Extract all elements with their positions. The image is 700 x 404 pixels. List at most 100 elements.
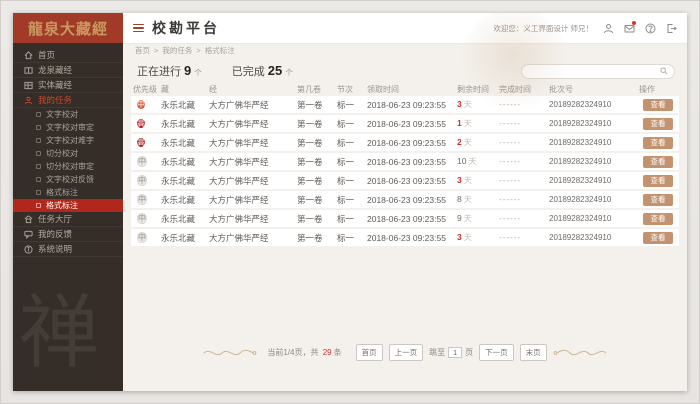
logout-icon[interactable]: [665, 22, 677, 34]
stats-row: 正在进行9个 已完成25个: [123, 58, 687, 82]
breadcrumb-format-annotation: 格式标注: [205, 45, 235, 56]
table-row: 中 永乐北藏 大方广佛华严经 第一卷 标一 2018-06-23 09:23:5…: [131, 172, 679, 189]
topbar-right: 欢迎您：义工界面设计 师兄！: [493, 22, 677, 34]
cell-section: 标一: [337, 118, 367, 130]
sidebar-item-longquan-canon[interactable]: 龙泉藏经: [13, 63, 123, 78]
prev-page-button[interactable]: 上一页: [389, 344, 424, 361]
submenu-bullet-icon: [36, 112, 41, 117]
cell-canon: 永乐北藏: [161, 213, 209, 225]
view-button[interactable]: 查看: [643, 156, 673, 168]
cell-remaining-time: 8天: [457, 194, 499, 205]
breadcrumb-home[interactable]: 首页: [135, 45, 150, 56]
table-row: 高 永乐北藏 大方广佛华严经 第一卷 标一 2018-06-23 09:23:5…: [131, 115, 679, 132]
table-row: 高 永乐北藏 大方广佛华严经 第一卷 标一 2018-06-23 09:23:5…: [131, 134, 679, 151]
stat-completed: 已完成25个: [232, 63, 293, 79]
column-header: 节次: [337, 84, 367, 95]
next-page-button[interactable]: 下一页: [479, 344, 514, 361]
cell-received-time: 2018-06-23 09:23:55: [367, 214, 457, 224]
cell-sutra: 大方广佛华严经: [209, 99, 297, 111]
cell-section: 标一: [337, 137, 367, 149]
submenu-item-text-proofread[interactable]: 文字校对: [13, 108, 123, 121]
breadcrumb-my-tasks[interactable]: 我的任务: [162, 45, 192, 56]
mail-icon[interactable]: [623, 22, 635, 34]
cell-sutra: 大方广佛华严经: [209, 213, 297, 225]
table-row: 中 永乐北藏 大方广佛华严经 第一卷 标一 2018-06-23 09:23:5…: [131, 96, 679, 113]
view-button[interactable]: 查看: [643, 194, 673, 206]
submenu-bullet-icon: [36, 190, 41, 195]
search-input[interactable]: [528, 66, 660, 77]
column-header: 优先级: [133, 84, 161, 95]
cell-received-time: 2018-06-23 09:23:55: [367, 176, 457, 186]
page-number-input[interactable]: [448, 347, 462, 358]
cell-sutra: 大方广佛华严经: [209, 137, 297, 149]
submenu-item-text-proofread-review[interactable]: 文字校对审定: [13, 121, 123, 134]
user-icon[interactable]: [602, 22, 614, 34]
pagination: 当前1/4页，共 29条 首页 上一页 跳至 页 下一页 末页: [123, 344, 687, 361]
cell-batch-number: 20189282324910: [549, 233, 639, 242]
submenu-item-format-annotation[interactable]: 格式标注: [13, 186, 123, 199]
sidebar-menu: 首页 龙泉藏经 实体藏经 我的任务 文字校对 文字校对审定 文字校对难字 切分校…: [13, 48, 123, 257]
page-title: 校勘平台: [152, 18, 220, 38]
cell-canon: 永乐北藏: [161, 118, 209, 130]
cell-completed-time: ------: [499, 195, 549, 204]
sidebar-item-task-hall[interactable]: 任务大厅: [13, 212, 123, 227]
cell-sutra: 大方广佛华严经: [209, 232, 297, 244]
total-count: 29: [323, 348, 332, 357]
submenu-item-segment-proofread[interactable]: 切分校对: [13, 147, 123, 160]
scripture-icon: [24, 66, 33, 75]
app-logo: 龍泉大藏經: [13, 13, 123, 43]
column-header: 第几卷: [297, 84, 337, 95]
sidebar-item-physical-canon[interactable]: 实体藏经: [13, 78, 123, 93]
menu-toggle-icon[interactable]: [133, 24, 144, 33]
column-header: 剩余时间: [457, 84, 499, 95]
view-button[interactable]: 查看: [643, 137, 673, 149]
column-header: 经: [209, 84, 297, 95]
submenu-item-format-annotation-selected[interactable]: 格式标注: [13, 199, 123, 212]
breadcrumb: 首页 > 我的任务 > 格式标注: [123, 43, 687, 58]
view-button[interactable]: 查看: [643, 213, 673, 225]
submenu-item-text-proofread-rarechar[interactable]: 文字校对难字: [13, 134, 123, 147]
user-icon: [24, 96, 33, 105]
cell-remaining-time: 1天: [457, 118, 499, 129]
sidebar-item-system-info[interactable]: 系统说明: [13, 242, 123, 257]
last-page-button[interactable]: 末页: [520, 344, 547, 361]
cell-canon: 永乐北藏: [161, 232, 209, 244]
cell-section: 标一: [337, 99, 367, 111]
notification-badge: [632, 21, 636, 25]
cell-volume: 第一卷: [297, 118, 337, 130]
cell-batch-number: 20189282324910: [549, 100, 639, 109]
cell-received-time: 2018-06-23 09:23:55: [367, 157, 457, 167]
priority-badge: 中: [137, 156, 147, 167]
submenu-item-segment-proofread-review[interactable]: 切分校对审定: [13, 160, 123, 173]
pagination-info: 当前1/4页，共 29条: [267, 347, 341, 358]
cell-remaining-time: 2天: [457, 137, 499, 148]
column-header: 操作: [639, 84, 677, 95]
priority-badge: 中: [137, 100, 145, 109]
cell-remaining-time: 9天: [457, 213, 499, 224]
jump-to-page: 跳至 页: [429, 347, 473, 358]
archive-icon: [24, 81, 33, 90]
cell-received-time: 2018-06-23 09:23:55: [367, 119, 457, 129]
sidebar-item-home[interactable]: 首页: [13, 48, 123, 63]
sidebar-item-my-tasks[interactable]: 我的任务: [13, 93, 123, 108]
column-header: 批次号: [549, 84, 639, 95]
submenu-item-text-proofread-feedback[interactable]: 文字校对反馈: [13, 173, 123, 186]
view-button[interactable]: 查看: [643, 99, 673, 111]
flourish-ornament-left: [203, 348, 257, 358]
view-button[interactable]: 查看: [643, 118, 673, 130]
cell-batch-number: 20189282324910: [549, 195, 639, 204]
cell-received-time: 2018-06-23 09:23:55: [367, 138, 457, 148]
first-page-button[interactable]: 首页: [356, 344, 383, 361]
view-button[interactable]: 查看: [643, 175, 673, 187]
view-button[interactable]: 查看: [643, 232, 673, 244]
search-icon[interactable]: [660, 67, 668, 75]
cell-batch-number: 20189282324910: [549, 214, 639, 223]
help-icon[interactable]: [644, 22, 656, 34]
sidebar-item-my-feedback[interactable]: 我的反馈: [13, 227, 123, 242]
table-row: 中 永乐北藏 大方广佛华严经 第一卷 标一 2018-06-23 09:23:5…: [131, 191, 679, 208]
submenu-bullet-icon: [36, 151, 41, 156]
cell-canon: 永乐北藏: [161, 99, 209, 111]
submenu-bullet-icon: [36, 138, 41, 143]
cell-remaining-time: 3天: [457, 99, 499, 110]
cell-batch-number: 20189282324910: [549, 138, 639, 147]
